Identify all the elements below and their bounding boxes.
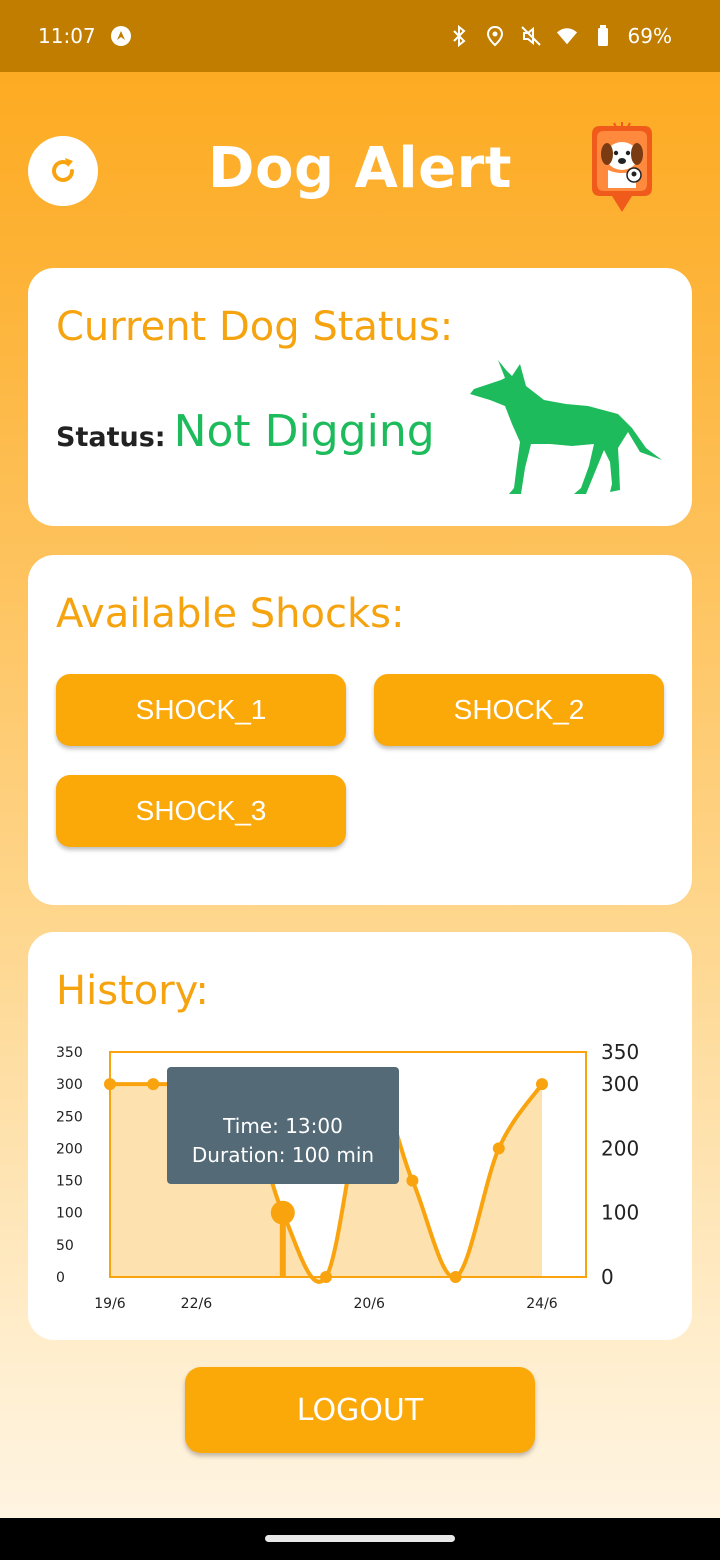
status-line: Status: Not Digging [56, 406, 435, 457]
tooltip-time: Time: 13:00 [222, 1114, 343, 1138]
status-bar: 11:07 69% [0, 0, 720, 72]
battery-level: 69% [627, 24, 672, 48]
status-card: Current Dog Status: Status: Not Digging [28, 268, 692, 526]
data-point [147, 1078, 160, 1091]
right-axis-tick: 200 [601, 1136, 639, 1160]
status-card-title: Current Dog Status: [56, 304, 454, 350]
x-axis-tick: 19/6 [94, 1296, 126, 1312]
tooltip-duration: Duration: 100 min [192, 1143, 374, 1167]
history-chart[interactable]: 350 300 250 200 150 100 50 0 350 300 200 100 0 19/6 22… [28, 932, 692, 1340]
dog-alert-logo [584, 120, 660, 220]
left-axis-tick: 100 [56, 1206, 83, 1222]
left-axis-tick: 0 [56, 1270, 65, 1286]
shock-1-button[interactable]: SHOCK_1 [56, 674, 346, 746]
status-label: Status: [56, 422, 166, 453]
logout-button[interactable]: LOGOUT [185, 1367, 535, 1453]
status-value: Not Digging [173, 406, 435, 457]
shocks-card: Available Shocks: SHOCK_1 SHOCK_2 SHOCK_… [28, 555, 692, 905]
left-axis-tick: 350 [56, 1045, 83, 1061]
header: Dog Alert [0, 120, 720, 230]
data-point [536, 1078, 548, 1091]
chart-tooltip: Time: 13:00 Duration: 100 min [167, 1067, 399, 1184]
x-axis-tick: 24/6 [526, 1296, 558, 1312]
location-icon [484, 25, 506, 47]
right-axis-tick: 0 [601, 1265, 614, 1289]
shocks-card-title: Available Shocks: [56, 591, 405, 637]
left-axis-tick: 300 [56, 1077, 83, 1093]
home-gesture-handle[interactable] [265, 1535, 455, 1542]
right-axis-tick: 100 [601, 1201, 639, 1225]
clock: 11:07 [38, 24, 96, 48]
x-axis-tick: 20/6 [353, 1296, 385, 1312]
navigation-bar [0, 1518, 720, 1560]
battery-icon [592, 25, 614, 47]
history-card: History: 350 300 250 200 150 100 50 0 350 300 200 1… [28, 932, 692, 1340]
wifi-icon [556, 25, 578, 47]
right-axis-tick: 300 [601, 1072, 639, 1096]
right-axis-tick: 350 [601, 1040, 639, 1064]
shock-2-button[interactable]: SHOCK_2 [374, 674, 664, 746]
left-axis-tick: 250 [56, 1109, 83, 1125]
mute-icon [520, 25, 542, 47]
data-point [406, 1174, 419, 1187]
dog-silhouette-icon [470, 360, 662, 494]
left-axis-tick: 50 [56, 1238, 74, 1254]
bluetooth-icon [448, 25, 470, 47]
left-axis-tick: 150 [56, 1174, 83, 1190]
data-point [492, 1142, 505, 1155]
shock-3-button[interactable]: SHOCK_3 [56, 775, 346, 847]
x-axis-tick: 22/6 [181, 1296, 213, 1312]
left-axis-tick: 200 [56, 1141, 83, 1157]
app-notification-icon [110, 25, 132, 47]
data-point-highlighted [270, 1200, 295, 1225]
